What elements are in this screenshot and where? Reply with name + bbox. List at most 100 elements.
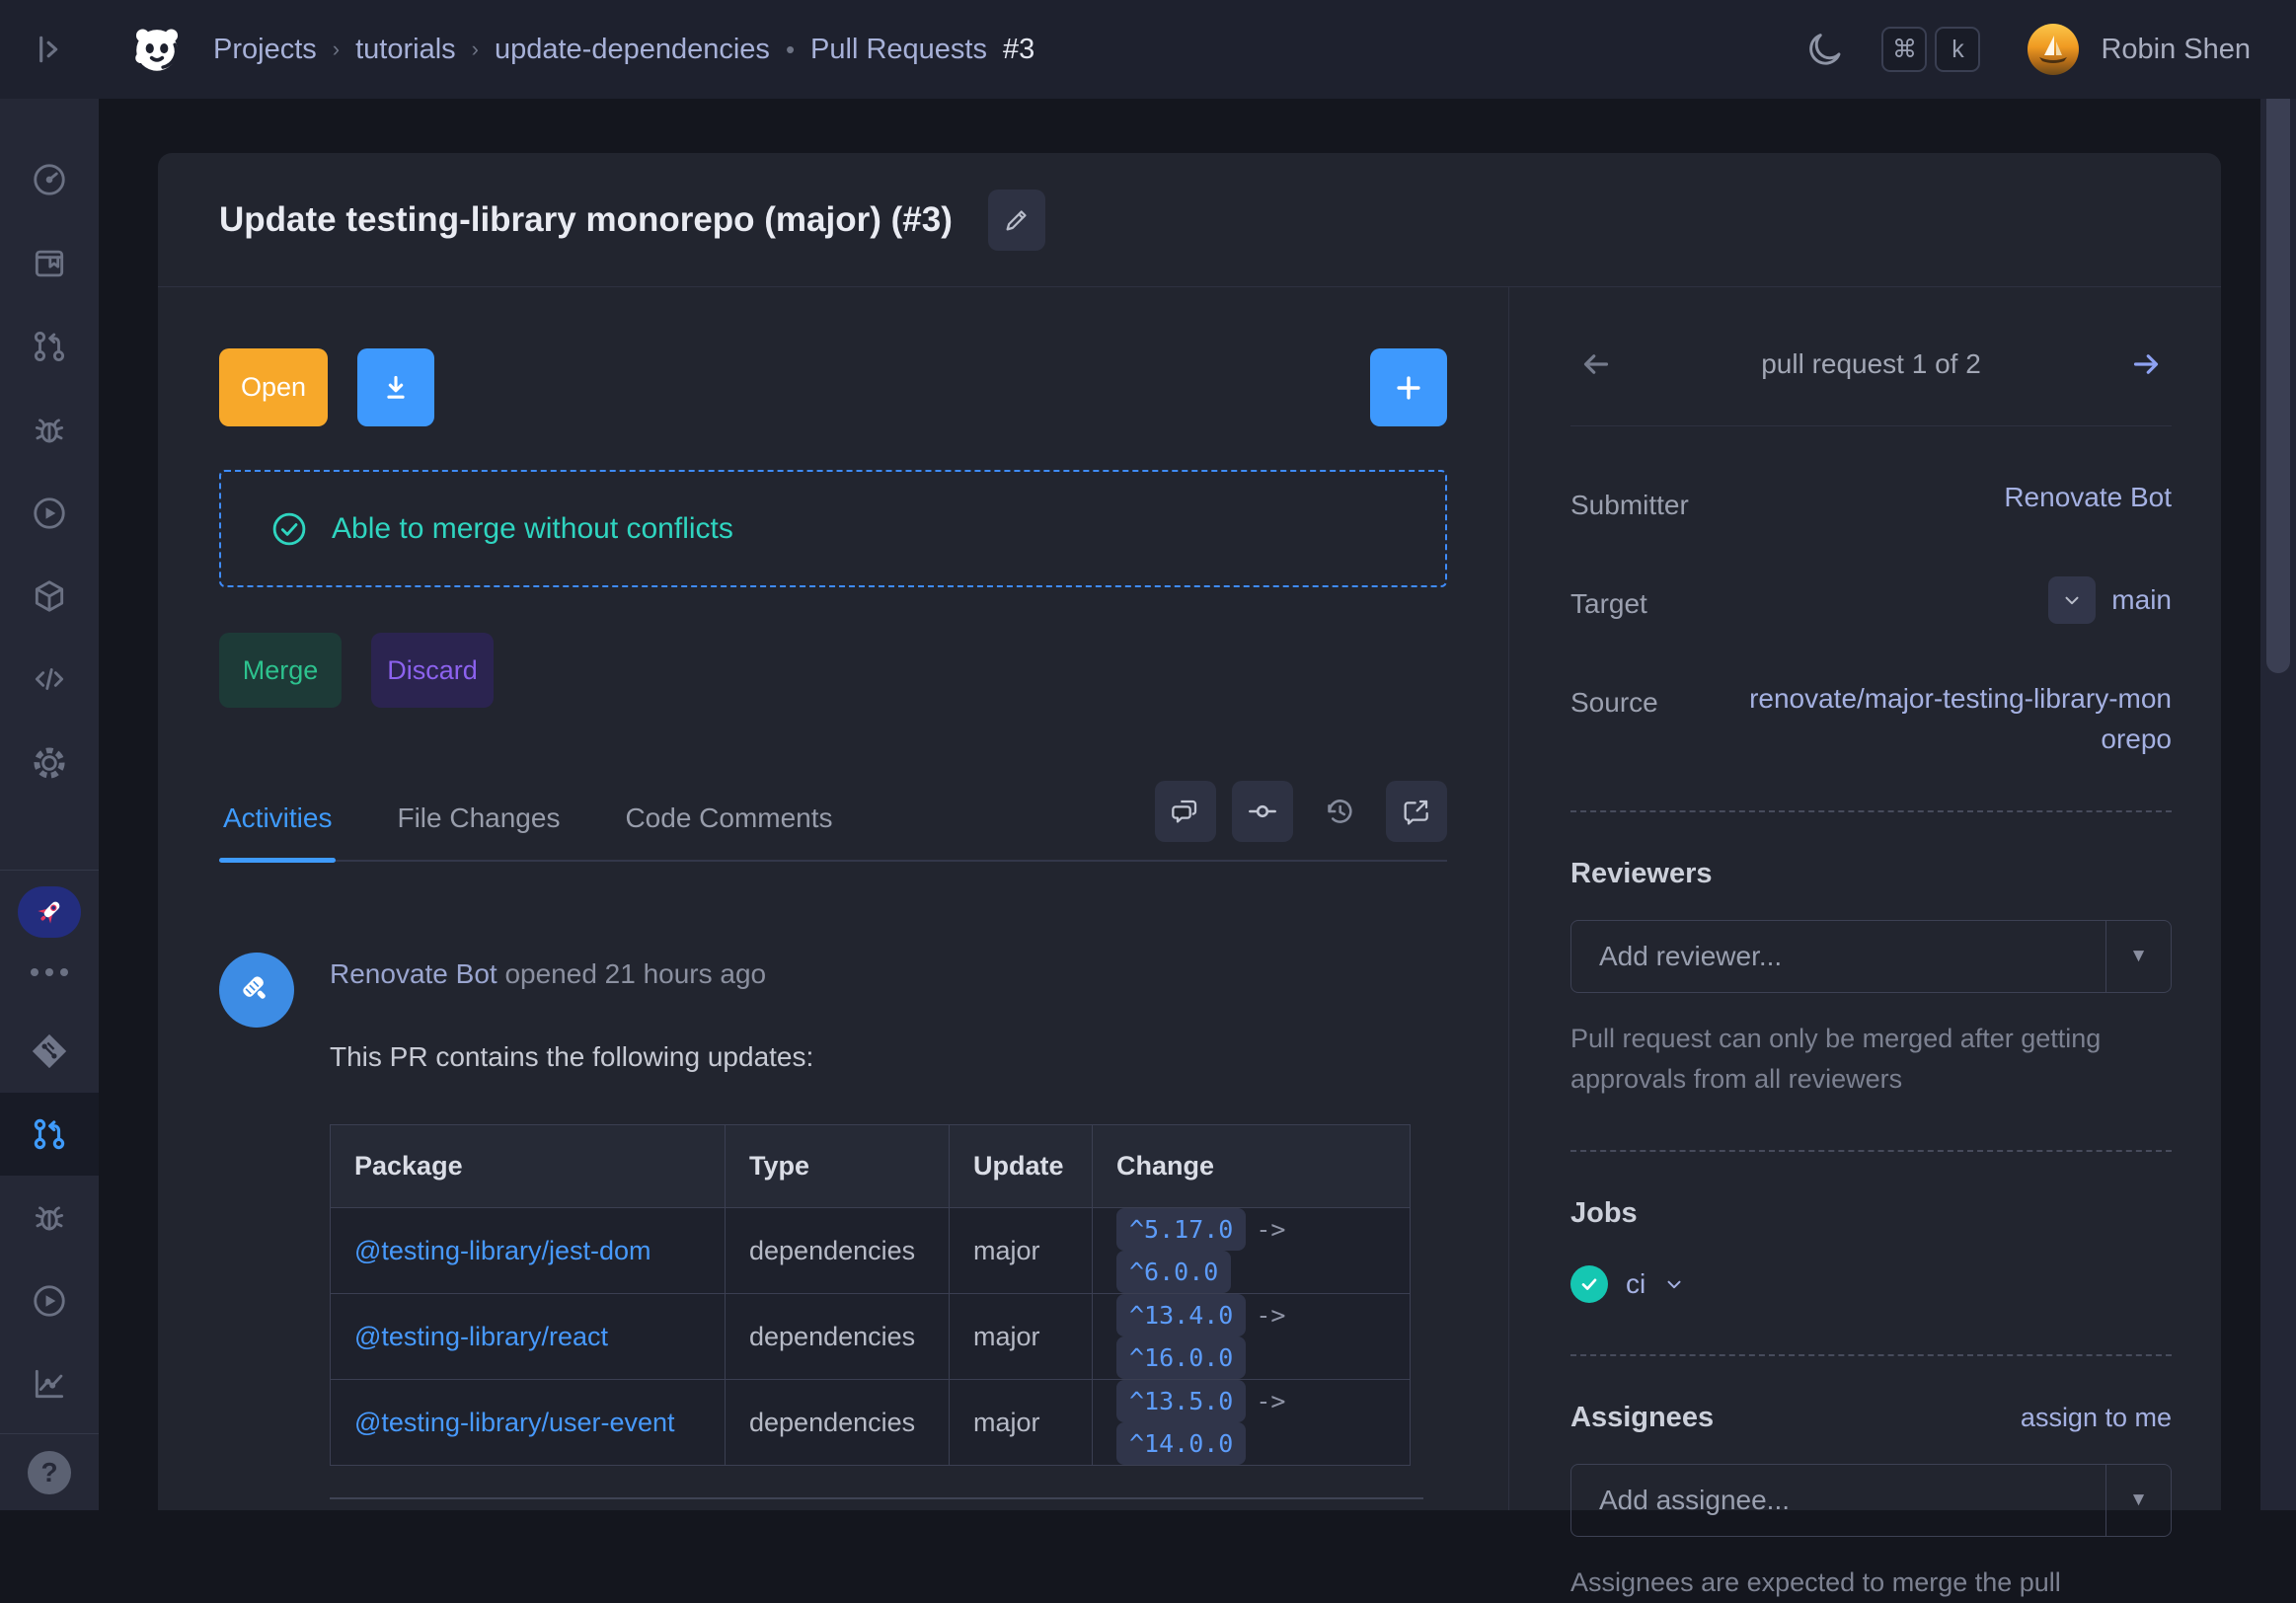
pr-main-column: Open Able to merge without conflicts [158, 287, 1508, 1510]
paint-roller-icon [234, 967, 279, 1013]
play-circle-icon [31, 1282, 68, 1320]
sidebar-item-pull-requests[interactable] [0, 305, 99, 388]
sidebar-item-repo-stats[interactable] [0, 1342, 99, 1425]
sidebar-item-builds[interactable] [0, 471, 99, 554]
comment-export-icon [1401, 796, 1432, 827]
col-package: Package [331, 1125, 726, 1208]
activity-action-text: opened 21 hours ago [504, 958, 766, 989]
tab-activities[interactable]: Activities [219, 802, 336, 860]
tab-code-comments[interactable]: Code Comments [621, 802, 836, 860]
question-mark-icon: ? [28, 1451, 71, 1494]
breadcrumb-separator-icon: › [472, 37, 479, 62]
package-link[interactable]: @testing-library/react [354, 1322, 608, 1351]
activity-author-link[interactable]: Renovate Bot [330, 958, 497, 989]
add-reviewer-select[interactable]: Add reviewer... ▼ [1570, 920, 2172, 993]
pr-card: Update testing-library monorepo (major) … [158, 153, 2221, 1510]
sidebar-item-repo-files[interactable] [0, 1010, 99, 1093]
sidebar-item-repo-issues[interactable] [0, 1176, 99, 1259]
project-avatar[interactable] [0, 877, 99, 949]
collapse-sidebar-button[interactable] [0, 0, 99, 99]
change-arrow: -> [1256, 1215, 1285, 1244]
command-palette-shortcut[interactable]: ⌘ k [1881, 27, 1980, 72]
table-header-row: Package Type Update Change [331, 1125, 1411, 1208]
job-ci[interactable]: ci [1570, 1265, 2172, 1303]
breadcrumb-section[interactable]: Pull Requests [810, 34, 987, 66]
sidebar-item-issues[interactable] [0, 388, 99, 471]
pr-state-badge: Open [219, 348, 328, 426]
activity-intro-text: This PR contains the following updates: [330, 1041, 1423, 1073]
merge-button[interactable]: Merge [219, 633, 342, 708]
target-label: Target [1570, 580, 1647, 620]
submitter-value[interactable]: Renovate Bot [2004, 482, 2172, 513]
activity-item: Renovate Bot opened 21 hours ago This PR… [219, 953, 1447, 1499]
show-comments-button[interactable] [1155, 781, 1216, 842]
merge-status-box: Able to merge without conflicts [219, 470, 1447, 587]
job-name: ci [1626, 1268, 1645, 1300]
theme-moon-icon[interactable] [1804, 29, 1846, 70]
sidebar-item-repo-builds[interactable] [0, 1260, 99, 1342]
edit-title-button[interactable] [988, 190, 1045, 251]
source-label: Source [1570, 679, 1658, 719]
sidebar-item-settings[interactable] [0, 721, 99, 803]
top-bar: Projects › tutorials › update-dependenci… [0, 0, 2296, 99]
table-row: @testing-library/react dependencies majo… [331, 1294, 1411, 1380]
user-avatar[interactable] [2028, 24, 2079, 75]
tab-file-changes[interactable]: File Changes [393, 802, 564, 860]
discard-button[interactable]: Discard [371, 633, 494, 708]
chevron-down-icon [2061, 589, 2083, 611]
version-from-badge: ^13.5.0 [1116, 1380, 1246, 1422]
assign-to-me-link[interactable]: assign to me [2021, 1403, 2172, 1433]
breadcrumb-repo[interactable]: update-dependencies [495, 34, 770, 66]
target-branch-dropdown-button[interactable] [2048, 576, 2096, 624]
breadcrumb-project[interactable]: tutorials [355, 34, 456, 66]
col-update: Update [950, 1125, 1093, 1208]
table-row: @testing-library/jest-dom dependencies m… [331, 1208, 1411, 1294]
breadcrumb-pr-number: #3 [1003, 34, 1034, 66]
table-row: @testing-library/user-event dependencies… [331, 1380, 1411, 1466]
breadcrumb-projects[interactable]: Projects [213, 34, 317, 66]
target-branch-link[interactable]: main [2111, 584, 2172, 616]
sidebar-item-dashboard[interactable] [0, 138, 99, 221]
previous-pr-button[interactable] [1574, 343, 1618, 386]
renovate-bot-avatar[interactable] [219, 953, 294, 1028]
open-comment-button[interactable] [1386, 781, 1447, 842]
pull-request-icon [31, 328, 68, 365]
update-cell: major [950, 1294, 1093, 1380]
add-reviewer-placeholder: Add reviewer... [1571, 921, 2105, 992]
user-name[interactable]: Robin Shen [2101, 34, 2251, 66]
git-icon [29, 1030, 70, 1072]
next-pr-button[interactable] [2124, 343, 2168, 386]
onedev-logo-icon[interactable] [128, 21, 186, 78]
sidebar-item-docs[interactable] [0, 221, 99, 304]
add-assignee-select[interactable]: Add assignee... ▼ [1570, 1464, 2172, 1537]
col-change: Change [1093, 1125, 1411, 1208]
cmd-key: ⌘ [1881, 27, 1927, 72]
add-comment-button[interactable] [1370, 348, 1447, 426]
commit-icon [1247, 796, 1278, 827]
package-link[interactable]: @testing-library/jest-dom [354, 1236, 651, 1265]
type-cell: dependencies [726, 1208, 950, 1294]
gauge-icon [31, 161, 68, 198]
download-patch-button[interactable] [357, 348, 434, 426]
package-link[interactable]: @testing-library/user-event [354, 1408, 675, 1437]
merge-status-text: Able to merge without conflicts [332, 512, 733, 546]
history-button[interactable] [1309, 781, 1370, 842]
sidebar-item-packages[interactable] [0, 555, 99, 638]
page-scrollbar-thumb[interactable] [2266, 81, 2290, 673]
book-icon [31, 245, 68, 282]
project-more-button[interactable] [0, 949, 99, 996]
play-circle-icon [31, 495, 68, 532]
help-button[interactable]: ? [0, 1434, 99, 1510]
sidebar-item-repo-pull-requests[interactable] [0, 1093, 99, 1176]
version-from-badge: ^13.4.0 [1116, 1294, 1246, 1336]
caret-down-icon: ▼ [2129, 1489, 2148, 1511]
chart-icon [31, 1365, 68, 1403]
comment-divider [330, 1497, 1423, 1499]
breadcrumb: Projects › tutorials › update-dependenci… [213, 34, 1034, 66]
sidebar-item-code[interactable] [0, 638, 99, 721]
show-commits-button[interactable] [1232, 781, 1293, 842]
version-to-badge: ^16.0.0 [1116, 1336, 1246, 1379]
assignees-heading: Assignees [1570, 1402, 1714, 1434]
change-cell: ^13.5.0->^14.0.0 [1093, 1380, 1411, 1466]
source-branch-link[interactable]: renovate/major-testing-library-monorepo [1737, 679, 2172, 759]
